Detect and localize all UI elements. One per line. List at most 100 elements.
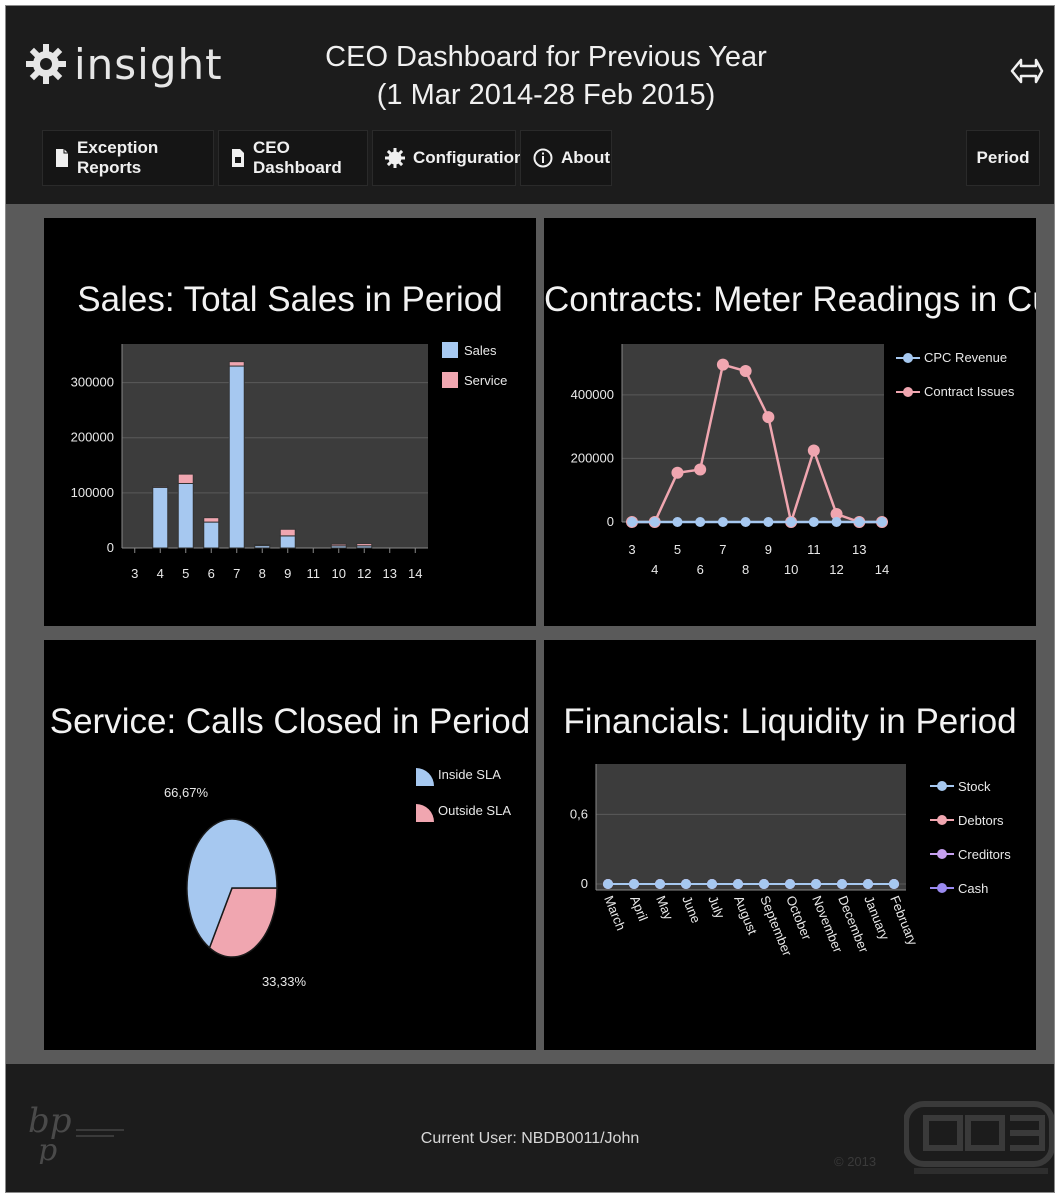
info-icon [533,148,553,168]
bar-service [279,528,296,537]
data-point [717,517,728,527]
logout-icon[interactable] [1006,52,1044,90]
bar-sales [279,535,296,549]
legend-swatch [442,342,458,358]
nav-configuration-button[interactable]: Configuration [372,130,524,186]
data-point [786,517,797,527]
y-tick-label: 200000 [571,450,614,465]
x-tick-label: 6 [208,566,215,581]
period-button[interactable]: Period [966,130,1040,186]
legend-label: CPC Revenue [924,350,1007,365]
legend-label: Debtors [958,813,1004,828]
slice-label: 66,67% [164,785,209,800]
data-point [785,879,795,889]
x-tick-label: 5 [182,566,189,581]
x-tick-label: 14 [875,562,889,577]
x-tick-label: 11 [807,542,821,557]
x-tick-label: March [601,894,628,933]
x-tick-label: May [653,894,676,923]
bar-service [203,517,220,523]
bar-service [152,485,169,488]
financials-panel: Financials: Liquidity in Period 0 0,6 Marc… [544,640,1036,1050]
app-window: insight CEO Dashboard for Previous Year … [5,5,1055,1193]
bar-sales [152,486,169,549]
legend-label: Cash [958,881,988,896]
current-user-label: Current User: NBDB0011/John [420,1130,640,1147]
nav-ceo-dashboard-button[interactable]: CEO Dashboard [218,130,368,186]
nav-about-label: About [561,148,611,167]
y-tick-label: 0,6 [570,806,588,821]
x-tick-label: 13 [383,566,397,581]
co3-logo [904,1101,1054,1174]
bar-service [254,544,271,547]
data-point [807,444,820,457]
data-point [681,879,691,889]
logo-text: insight [74,39,223,89]
bpo-logo: bp p [28,1101,124,1164]
page-title-line1: CEO Dashboard for Previous Year [325,41,767,73]
bar-service [330,543,347,547]
legend-swatch [416,768,434,786]
y-tick-label: 300000 [71,375,114,390]
footer: bp p Current User: NBDB0011/John © 2013 [6,1064,1054,1192]
y-tick-label: 0 [581,876,588,891]
contracts-line-chart: 0 200000 400000 3 4 5 67 8 9 10 11 12 13 14 CPC Revenu… [571,344,1015,577]
dashboard-grid: Sales: Total Sales in Period 0 100000 2000… [6,204,1054,1064]
bar-service [356,543,373,547]
legend-label: Inside SLA [438,767,501,782]
data-point [811,879,821,889]
x-tick-label: 10 [784,562,798,577]
data-point [694,463,707,476]
bar-sales [177,482,194,549]
bar-service [177,473,194,484]
bar-service [228,361,245,367]
slice-label: 33,33% [262,974,307,989]
page-title-line2: (1 Mar 2014-28 Feb 2015) [376,79,716,111]
data-point [831,517,842,527]
x-tick-label: 7 [719,542,726,557]
x-tick-label: 13 [852,542,866,557]
data-point [629,879,639,889]
document-icon [56,149,68,167]
nav-ceo-dashboard-label: CEO Dashboard [253,138,342,177]
sales-panel: Sales: Total Sales in Period 0 100000 2000… [44,218,536,626]
service-pie-chart: 66,67% 33,33% Inside SLA Outside SLA [164,767,511,989]
y-tick-label: 200000 [71,430,114,445]
x-tick-label: 5 [674,542,681,557]
data-point [716,358,729,371]
nav-exception-reports-label: Exception Reports [77,138,159,177]
legend-marker [937,849,947,859]
legend-label: Sales [464,343,497,358]
x-tick-label: 7 [233,566,240,581]
x-tick-label: 9 [765,542,772,557]
plot-area [622,344,884,522]
nav-about-button[interactable]: About [520,130,612,186]
legend-marker [903,353,913,363]
x-tick-label: 4 [651,562,658,577]
legend-label: Service [464,373,507,388]
x-tick-label: 14 [408,566,422,581]
y-tick-label: 0 [107,540,114,555]
nav-configuration-label: Configuration [413,148,525,167]
x-tick-label: August [731,894,760,938]
legend-marker [903,387,913,397]
document-icon [232,149,244,167]
gear-logo-icon [26,44,66,84]
x-tick-label: 8 [259,566,266,581]
gear-icon [385,148,405,168]
data-point [877,517,887,527]
data-point [854,517,865,527]
x-tick-label: 11 [307,566,321,581]
data-point [889,879,899,889]
x-tick-label: June [679,894,703,926]
legend-swatch [416,804,434,822]
x-tick-label: 10 [332,566,346,581]
legend-label: Outside SLA [438,803,511,818]
x-tick-label: 12 [829,562,843,577]
data-point [763,517,774,527]
x-tick-label: 3 [628,542,635,557]
data-point [695,517,706,527]
nav-exception-reports-button[interactable]: Exception Reports [42,130,214,186]
financials-line-chart: 00,6MarchApril May June July AugustSeptember… [570,764,1011,959]
data-point [739,365,752,378]
